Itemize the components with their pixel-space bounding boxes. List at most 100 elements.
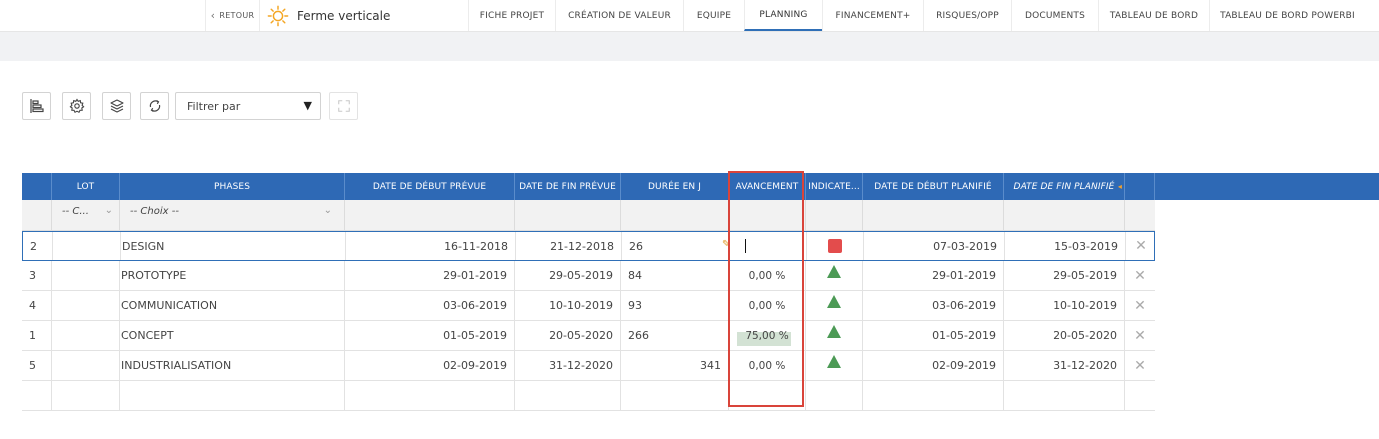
lot-cell[interactable] xyxy=(52,321,120,350)
table-row[interactable]: 3 PROTOTYPE 29-01-2019 29-05-2019 84 0,00 % 29… xyxy=(22,261,1155,291)
filter-cell-number xyxy=(22,200,52,230)
plan-end-cell: 10-10-2019 xyxy=(1004,291,1125,320)
filter-select[interactable]: Filtrer par ▼ xyxy=(175,92,321,120)
row-number-cell-text: 5 xyxy=(29,359,36,372)
empty-cell xyxy=(1004,381,1125,410)
layers-button[interactable] xyxy=(102,92,131,120)
plan-end-cell: 20-05-2020 xyxy=(1004,321,1125,350)
table-row[interactable]: 4 COMMUNICATION 03-06-2019 10-10-2019 93 0,00… xyxy=(22,291,1155,321)
duration-cell: 26 xyxy=(622,232,730,260)
lot-cell[interactable] xyxy=(53,232,121,260)
progress-cell[interactable]: 0,00 % xyxy=(729,261,806,290)
row-number-cell-text: 1 xyxy=(29,329,36,342)
table-row[interactable]: 1 CONCEPT 01-05-2019 20-05-2020 266 75,00 % 01… xyxy=(22,321,1155,351)
gantt-button[interactable] xyxy=(22,92,51,120)
indicator-cell xyxy=(807,232,864,260)
start-date-cell-text: 16-11-2018 xyxy=(444,239,508,253)
header-phases[interactable]: PHASES xyxy=(120,173,345,200)
header-date-debut-planifie[interactable]: DATE DE DÉBUT PLANIFIÉ xyxy=(863,173,1004,200)
delete-row-icon[interactable]: ✕ xyxy=(1134,298,1146,314)
delete-row-icon[interactable]: ✕ xyxy=(1134,268,1146,284)
progress-cell[interactable]: 0,00 % xyxy=(729,291,806,320)
delete-cell[interactable]: ✕ xyxy=(1125,321,1155,350)
plan-start-cell-text: 29-01-2019 xyxy=(932,269,996,282)
delete-cell[interactable]: ✕ xyxy=(1126,232,1156,260)
lot-filter[interactable]: -- C... ⌄ xyxy=(52,200,120,230)
header-avancement[interactable]: AVANCEMENT xyxy=(729,173,806,200)
phase-cell[interactable]: DESIGN xyxy=(121,232,346,260)
table-row[interactable]: 5 INDUSTRIALISATION 02-09-2019 31-12-2020 34… xyxy=(22,351,1155,381)
plan-end-cell-text: 31-12-2020 xyxy=(1053,359,1117,372)
header-indicateur[interactable]: INDICATE... xyxy=(806,173,863,200)
tab-fiche-projet[interactable]: FICHE PROJET xyxy=(468,0,555,31)
plan-start-cell-text: 01-05-2019 xyxy=(932,329,996,342)
tab-creation-de-valeur[interactable]: CRÉATION DE VALEUR xyxy=(555,0,683,31)
pencil-icon: ✎ xyxy=(722,239,731,250)
header-date-fin-prevue[interactable]: DATE DE FIN PRÉVUE xyxy=(515,173,621,200)
plan-start-cell-text: 02-09-2019 xyxy=(932,359,996,372)
phases-filter[interactable]: -- Choix -- ⌄ xyxy=(120,200,345,230)
refresh-button[interactable] xyxy=(140,92,169,120)
header-duree[interactable]: DURÉE EN J xyxy=(621,173,729,200)
progress-value: 0,00 % xyxy=(748,269,786,282)
duration-cell: 341 xyxy=(621,351,729,380)
phase-cell[interactable]: PROTOTYPE xyxy=(120,261,345,290)
phase-cell[interactable]: CONCEPT xyxy=(120,321,345,350)
start-date-cell: 16-11-2018 xyxy=(346,232,516,260)
text-cursor xyxy=(745,239,746,253)
row-number-cell: 3 xyxy=(22,261,52,290)
empty-cell xyxy=(863,381,1004,410)
chevron-down-icon: ⌄ xyxy=(104,205,113,216)
delete-cell[interactable]: ✕ xyxy=(1125,291,1155,320)
back-button[interactable]: ‹ RETOUR xyxy=(205,0,260,31)
filter-cell-empty xyxy=(1125,200,1155,230)
phase-cell[interactable]: COMMUNICATION xyxy=(120,291,345,320)
progress-cell[interactable]: 0,00 % xyxy=(729,351,806,380)
lot-cell[interactable] xyxy=(52,351,120,380)
top-navigation: ‹ RETOUR Ferme verticale FICHE PROJET CR… xyxy=(0,0,1379,32)
chevron-left-icon: ‹ xyxy=(210,9,216,22)
tab-equipe[interactable]: EQUIPE xyxy=(683,0,744,31)
header-date-debut-prevue[interactable]: DATE DE DÉBUT PRÉVUE xyxy=(345,173,515,200)
project-title: Ferme verticale xyxy=(297,8,391,23)
progress-cell[interactable]: 75,00 % xyxy=(729,321,806,350)
fullscreen-button[interactable] xyxy=(329,92,358,120)
settings-button[interactable] xyxy=(62,92,91,120)
row-number-cell-text: 3 xyxy=(29,269,36,282)
end-date-cell-text: 10-10-2019 xyxy=(549,299,613,312)
phase-cell[interactable]: INDUSTRIALISATION xyxy=(120,351,345,380)
status-green-triangle-icon xyxy=(827,295,841,308)
phases-filter-value: -- Choix -- xyxy=(130,206,179,217)
filter-cell-empty xyxy=(863,200,1004,230)
tab-tableau-de-bord-powerbi[interactable]: TABLEAU DE BORD POWERBI xyxy=(1209,0,1365,31)
tab-financement[interactable]: FINANCEMENT+ xyxy=(822,0,923,31)
delete-cell[interactable]: ✕ xyxy=(1125,261,1155,290)
tab-risques-opp[interactable]: RISQUES/OPP xyxy=(923,0,1011,31)
tab-planning[interactable]: PLANNING xyxy=(744,0,822,31)
table-row[interactable]: 2 DESIGN 16-11-2018 21-12-2018 26 ✎ 07-03-2019… xyxy=(22,231,1155,261)
start-date-cell-text: 29-01-2019 xyxy=(443,269,507,282)
duration-cell-text: 266 xyxy=(628,329,649,342)
tab-tableau-de-bord[interactable]: TABLEAU DE BORD xyxy=(1098,0,1209,31)
refresh-icon xyxy=(149,99,160,113)
row-number-cell-text: 2 xyxy=(30,239,37,253)
plan-end-cell: 29-05-2019 xyxy=(1004,261,1125,290)
header-date-fin-planifie[interactable]: DATE DE FIN PLANIFIÉ ◂ xyxy=(1004,173,1125,200)
lot-cell[interactable] xyxy=(52,261,120,290)
delete-row-icon[interactable]: ✕ xyxy=(1134,358,1146,374)
duration-cell: 266 xyxy=(621,321,729,350)
lot-cell[interactable] xyxy=(52,291,120,320)
progress-cell[interactable]: ✎ xyxy=(722,232,807,260)
phase-cell-text: DESIGN xyxy=(122,239,165,253)
delete-cell[interactable]: ✕ xyxy=(1125,351,1155,380)
delete-row-icon[interactable]: ✕ xyxy=(1135,238,1147,254)
progress-value: 75,00 % xyxy=(745,329,789,342)
delete-row-icon[interactable]: ✕ xyxy=(1134,328,1146,344)
progress-value: 0,00 % xyxy=(748,299,786,312)
phase-cell-text: CONCEPT xyxy=(121,329,174,342)
filter-cell-empty xyxy=(1004,200,1125,230)
indicator-cell xyxy=(806,261,863,290)
tab-documents[interactable]: DOCUMENTS xyxy=(1011,0,1098,31)
header-lot[interactable]: LOT xyxy=(52,173,120,200)
header-row-number xyxy=(22,173,52,200)
